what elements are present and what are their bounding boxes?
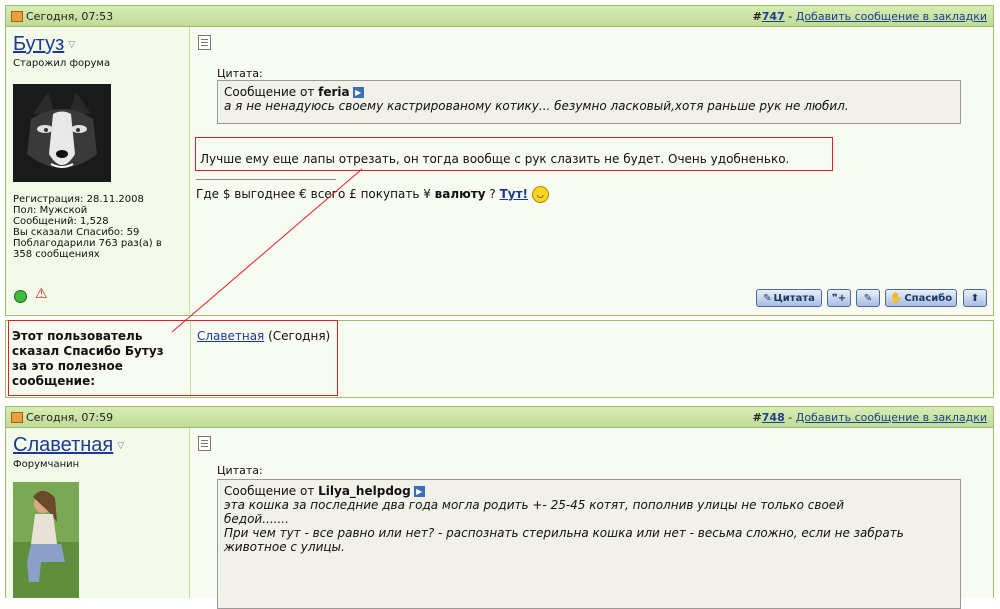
annotation-line [171, 168, 363, 333]
